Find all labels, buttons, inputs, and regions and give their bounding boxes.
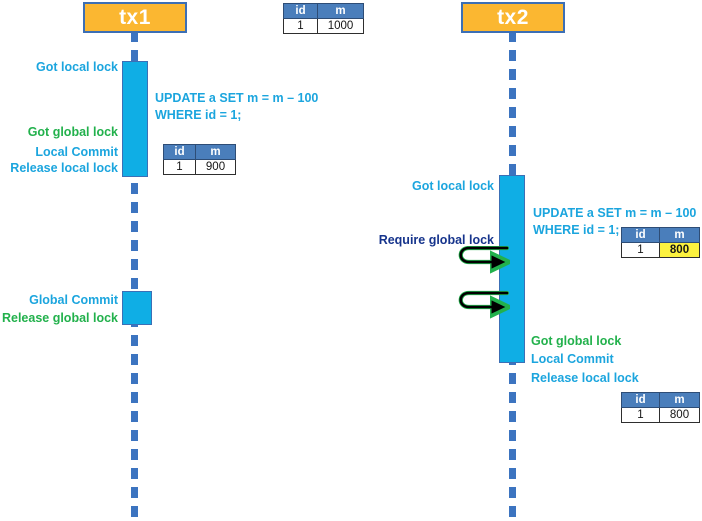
data-table-tx2-final-state: id m 1 800	[621, 392, 700, 423]
data-table-initial-state: id m 1 1000	[283, 3, 364, 34]
label-tx1-global-commit: Global Commit	[29, 293, 118, 307]
lane-header-tx1[interactable]: tx1	[83, 2, 187, 33]
diagram-canvas: tx1 Got local lock Got global lock Local…	[0, 0, 702, 521]
table-row: 1 900	[163, 159, 236, 175]
label-tx2-local-commit: Local Commit	[531, 352, 614, 366]
cell-m: 1000	[317, 18, 364, 34]
cell-m-highlighted: 800	[659, 242, 700, 258]
cell-m: 800	[659, 407, 700, 423]
activation-tx1-global-commit[interactable]	[122, 291, 152, 325]
column-header-m: m	[659, 392, 700, 408]
table-header-row: id m	[163, 144, 236, 160]
label-tx1-local-commit: Local Commit	[35, 145, 118, 159]
column-header-m: m	[195, 144, 236, 160]
cell-id: 1	[283, 18, 318, 34]
column-header-id: id	[283, 3, 318, 19]
cell-id: 1	[621, 407, 660, 423]
cell-id: 1	[163, 159, 196, 175]
label-tx2-release-local-lock: Release local lock	[531, 371, 639, 385]
table-row: 1 800	[621, 242, 700, 258]
column-header-m: m	[659, 227, 700, 243]
data-table-tx1-after-update: id m 1 900	[163, 144, 236, 175]
label-tx1-got-global-lock: Got global lock	[27, 125, 118, 139]
cell-m: 900	[195, 159, 236, 175]
table-header-row: id m	[283, 3, 364, 19]
column-header-m: m	[317, 3, 364, 19]
sql-tx1-line-1: UPDATE a SET m = m – 100	[155, 91, 319, 105]
column-header-id: id	[621, 227, 660, 243]
column-header-id: id	[163, 144, 196, 160]
data-table-tx2-after-update: id m 1 800	[621, 227, 700, 258]
column-header-id: id	[621, 392, 660, 408]
activation-tx2-local-txn[interactable]	[499, 175, 525, 363]
label-tx1-release-local-lock: Release local lock	[10, 161, 118, 175]
label-tx1-release-global-lock: Release global lock	[1, 311, 118, 325]
table-row: 1 800	[621, 407, 700, 423]
sql-statement-tx1: UPDATE a SET m = m – 100 WHERE id = 1;	[155, 90, 318, 125]
cell-id: 1	[621, 242, 660, 258]
lane-header-tx2[interactable]: tx2	[461, 2, 565, 33]
label-tx2-got-global-lock: Got global lock	[531, 334, 622, 348]
sql-tx2-line-1: UPDATE a SET m = m – 100	[533, 206, 697, 220]
label-tx2-require-global-lock: Require global lock	[378, 233, 494, 247]
lane-title-tx1: tx1	[119, 5, 151, 29]
table-header-row: id m	[621, 227, 700, 243]
table-row: 1 1000	[283, 18, 364, 34]
table-header-row: id m	[621, 392, 700, 408]
sql-tx1-line-2: WHERE id = 1;	[155, 108, 242, 123]
label-tx2-got-local-lock: Got local lock	[412, 179, 494, 193]
lane-title-tx2: tx2	[497, 5, 529, 29]
activation-tx1-local-txn[interactable]	[122, 61, 148, 177]
label-tx1-got-local-lock: Got local lock	[36, 60, 118, 74]
